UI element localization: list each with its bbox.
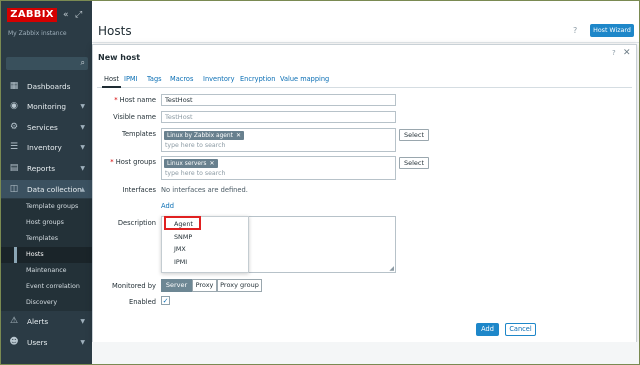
add-interface-link[interactable]: Add — [161, 202, 174, 210]
sidebar-item-label: Services — [27, 122, 58, 132]
sidebar-item-label: Users — [27, 337, 48, 347]
tab-value-mapping[interactable]: Value mapping — [280, 75, 329, 83]
sidebar-item-users[interactable]: ☻ Users ▼ — [1, 333, 92, 351]
sidebar-item-label: Reports — [27, 163, 55, 173]
search-icon[interactable]: ⌕ — [81, 58, 85, 68]
host-wizard-button[interactable]: Host Wizard — [590, 24, 634, 37]
sidebar-item-inventory[interactable]: ☰ Inventory ▼ — [1, 138, 92, 156]
page-title: Hosts — [98, 24, 132, 38]
host-groups-label: * Host groups — [110, 158, 156, 166]
tab-inventory[interactable]: Inventory — [203, 75, 235, 83]
host-groups-select-button[interactable]: Select — [399, 157, 429, 169]
monitored-by-label: Monitored by — [112, 282, 156, 290]
tab-ipmi[interactable]: IPMI — [124, 75, 138, 83]
sidebar-search-input[interactable]: ⌕ — [6, 57, 88, 70]
visible-name-input[interactable]: TestHost — [161, 111, 396, 123]
dashboard-icon: ▦ — [9, 81, 19, 91]
host-group-chip: Linux servers ✕ — [164, 159, 218, 168]
templates-select-button[interactable]: Select — [399, 129, 429, 141]
sidebar-item-label: Monitoring — [27, 101, 67, 111]
remove-chip-icon[interactable]: ✕ — [236, 132, 241, 139]
host-groups-search-input[interactable]: type here to search — [165, 170, 225, 177]
new-host-dialog: New host ? ✕ Host IPMI Tags Macros Inven… — [92, 44, 637, 343]
collapse-sidebar-icon[interactable]: « — [63, 10, 69, 20]
resize-grip-icon[interactable]: ◢ — [389, 265, 394, 272]
host-name-label: * Host name — [114, 96, 156, 104]
data-collection-icon: ◫ — [9, 184, 19, 194]
monitoring-icon: ◉ — [10, 101, 18, 111]
templates-label: Templates — [122, 130, 156, 138]
help-icon[interactable]: ? — [612, 49, 616, 57]
tab-host[interactable]: Host — [101, 75, 122, 88]
users-icon: ☻ — [9, 337, 19, 347]
visible-name-label: Visible name — [113, 113, 156, 121]
no-interfaces-text: No interfaces are defined. — [161, 186, 248, 194]
sidebar-item-label: Alerts — [27, 316, 49, 326]
menu-item-agent[interactable]: Agent — [174, 220, 193, 228]
menu-item-snmp[interactable]: SNMP — [174, 233, 192, 241]
chevron-down-icon: ▼ — [80, 338, 85, 346]
help-icon[interactable]: ? — [573, 26, 577, 35]
chevron-down-icon: ▼ — [80, 143, 85, 151]
interfaces-label: Interfaces — [122, 186, 156, 194]
template-chip: Linux by Zabbix agent ✕ — [164, 131, 245, 140]
host-groups-multiselect[interactable]: Linux servers ✕ type here to search — [161, 156, 396, 180]
sidebar-item-dashboards[interactable]: ▦ Dashboards — [1, 77, 92, 95]
sidebar-item-label: Inventory — [27, 142, 62, 152]
zabbix-logo[interactable]: ZABBIX — [7, 8, 57, 22]
chevron-down-icon: ▼ — [80, 317, 85, 325]
sidebar-subitem-template-groups[interactable]: Template groups — [1, 199, 92, 215]
instance-name: My Zabbix instance — [8, 30, 67, 37]
interface-type-menu: Agent SNMP JMX IPMI — [161, 216, 249, 273]
monitored-by-proxy-group[interactable]: Proxy group — [217, 279, 262, 292]
monitored-by-proxy[interactable]: Proxy — [192, 279, 217, 292]
monitored-by-toggle: Server Proxy Proxy group — [161, 279, 262, 292]
sidebar-item-label: Dashboards — [27, 81, 71, 91]
dialog-title: New host — [98, 53, 141, 62]
sidebar-subitem-maintenance[interactable]: Maintenance — [1, 263, 92, 279]
sidebar: ZABBIX « ⤢ My Zabbix instance ⌕ ▦ Dashbo… — [1, 1, 92, 364]
menu-item-ipmi[interactable]: IPMI — [174, 258, 187, 266]
page-background — [92, 342, 639, 364]
templates-multiselect[interactable]: Linux by Zabbix agent ✕ type here to sear… — [161, 128, 396, 152]
tab-tags[interactable]: Tags — [147, 75, 162, 83]
sidebar-item-alerts[interactable]: ⚠ Alerts ▼ — [1, 312, 92, 330]
description-label: Description — [117, 219, 156, 227]
reports-icon: ▤ — [9, 163, 19, 173]
alerts-icon: ⚠ — [9, 316, 19, 326]
monitored-by-server[interactable]: Server — [161, 279, 192, 292]
divider — [92, 42, 639, 43]
sidebar-subitem-hosts[interactable]: Hosts — [1, 247, 92, 263]
enabled-label: Enabled — [128, 298, 156, 306]
tab-macros[interactable]: Macros — [170, 75, 193, 83]
cancel-button[interactable]: Cancel — [505, 323, 536, 336]
sidebar-item-label: Data collection — [27, 184, 82, 194]
host-name-input[interactable]: TestHost — [161, 94, 396, 106]
templates-search-input[interactable]: type here to search — [165, 142, 225, 149]
services-icon: ⚙ — [9, 122, 19, 132]
remove-chip-icon[interactable]: ✕ — [209, 160, 214, 167]
tab-bar: Host IPMI Tags Macros Inventory Encrypti… — [97, 71, 632, 88]
add-button[interactable]: Add — [476, 323, 499, 336]
menu-item-jmx[interactable]: JMX — [174, 245, 186, 253]
close-icon[interactable]: ✕ — [623, 48, 631, 58]
sidebar-subitem-templates[interactable]: Templates — [1, 231, 92, 247]
inventory-icon: ☰ — [9, 142, 19, 152]
kiosk-mode-icon[interactable]: ⤢ — [75, 10, 82, 20]
enabled-checkbox[interactable]: ✓ — [161, 296, 170, 305]
tab-encryption[interactable]: Encryption — [240, 75, 275, 83]
